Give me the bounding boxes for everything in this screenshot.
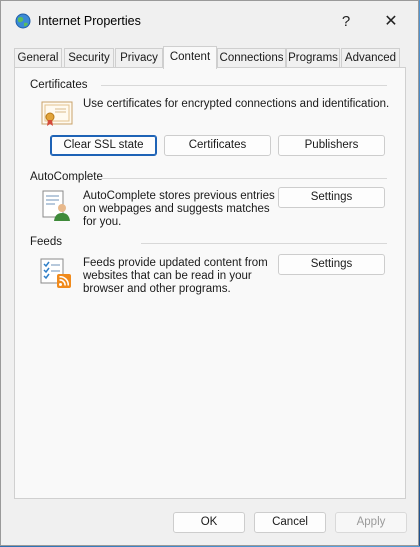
dialog-footer: OK Cancel Apply <box>1 501 418 547</box>
feeds-settings-button[interactable]: Settings <box>278 254 385 275</box>
apply-button[interactable]: Apply <box>335 512 407 533</box>
tab-advanced[interactable]: Advanced <box>341 48 400 67</box>
autocomplete-heading: AutoComplete <box>30 171 103 183</box>
autocomplete-settings-button[interactable]: Settings <box>278 187 385 208</box>
feeds-description-line: browser and other programs. <box>83 283 231 295</box>
internet-globe-icon <box>15 13 31 29</box>
certificates-heading: Certificates <box>30 79 88 91</box>
autocomplete-description-line: AutoComplete stores previous entries <box>83 190 275 202</box>
certificates-button[interactable]: Certificates <box>164 135 271 156</box>
certificate-icon <box>41 101 73 126</box>
feeds-rss-icon <box>40 258 71 288</box>
tab-general[interactable]: General <box>14 48 62 67</box>
close-button[interactable]: ✕ <box>373 9 409 35</box>
autocomplete-form-icon <box>42 190 70 221</box>
feeds-description: Feeds provide updated content from websi… <box>83 257 268 296</box>
clear-ssl-state-button[interactable]: Clear SSL state <box>50 135 157 156</box>
cancel-button[interactable]: Cancel <box>254 512 326 533</box>
autocomplete-description: AutoComplete stores previous entries on … <box>83 190 275 229</box>
autocomplete-divider <box>101 178 387 179</box>
title-bar: Internet Properties ? ✕ <box>1 1 418 41</box>
feeds-divider <box>141 243 387 244</box>
certificates-description: Use certificates for encrypted connectio… <box>83 98 390 110</box>
certificates-divider <box>101 85 387 86</box>
autocomplete-description-line: for you. <box>83 216 122 228</box>
feeds-heading: Feeds <box>30 236 62 248</box>
tab-privacy[interactable]: Privacy <box>115 48 163 67</box>
autocomplete-description-line: on webpages and suggests matches <box>83 203 270 215</box>
tab-content[interactable]: Content <box>163 46 217 69</box>
tab-connections[interactable]: Connections <box>217 48 286 67</box>
help-button[interactable]: ? <box>328 9 364 35</box>
feeds-description-line: websites that can be read in your <box>83 270 252 282</box>
tab-programs[interactable]: Programs <box>286 48 340 67</box>
internet-properties-dialog: Internet Properties ? ✕ General Security… <box>0 0 419 546</box>
tab-security[interactable]: Security <box>64 48 114 67</box>
feeds-description-line: Feeds provide updated content from <box>83 257 268 269</box>
window-title: Internet Properties <box>38 14 141 28</box>
content-tab-panel: Certificates Use certificates for encryp… <box>14 67 406 499</box>
ok-button[interactable]: OK <box>173 512 245 533</box>
publishers-button[interactable]: Publishers <box>278 135 385 156</box>
